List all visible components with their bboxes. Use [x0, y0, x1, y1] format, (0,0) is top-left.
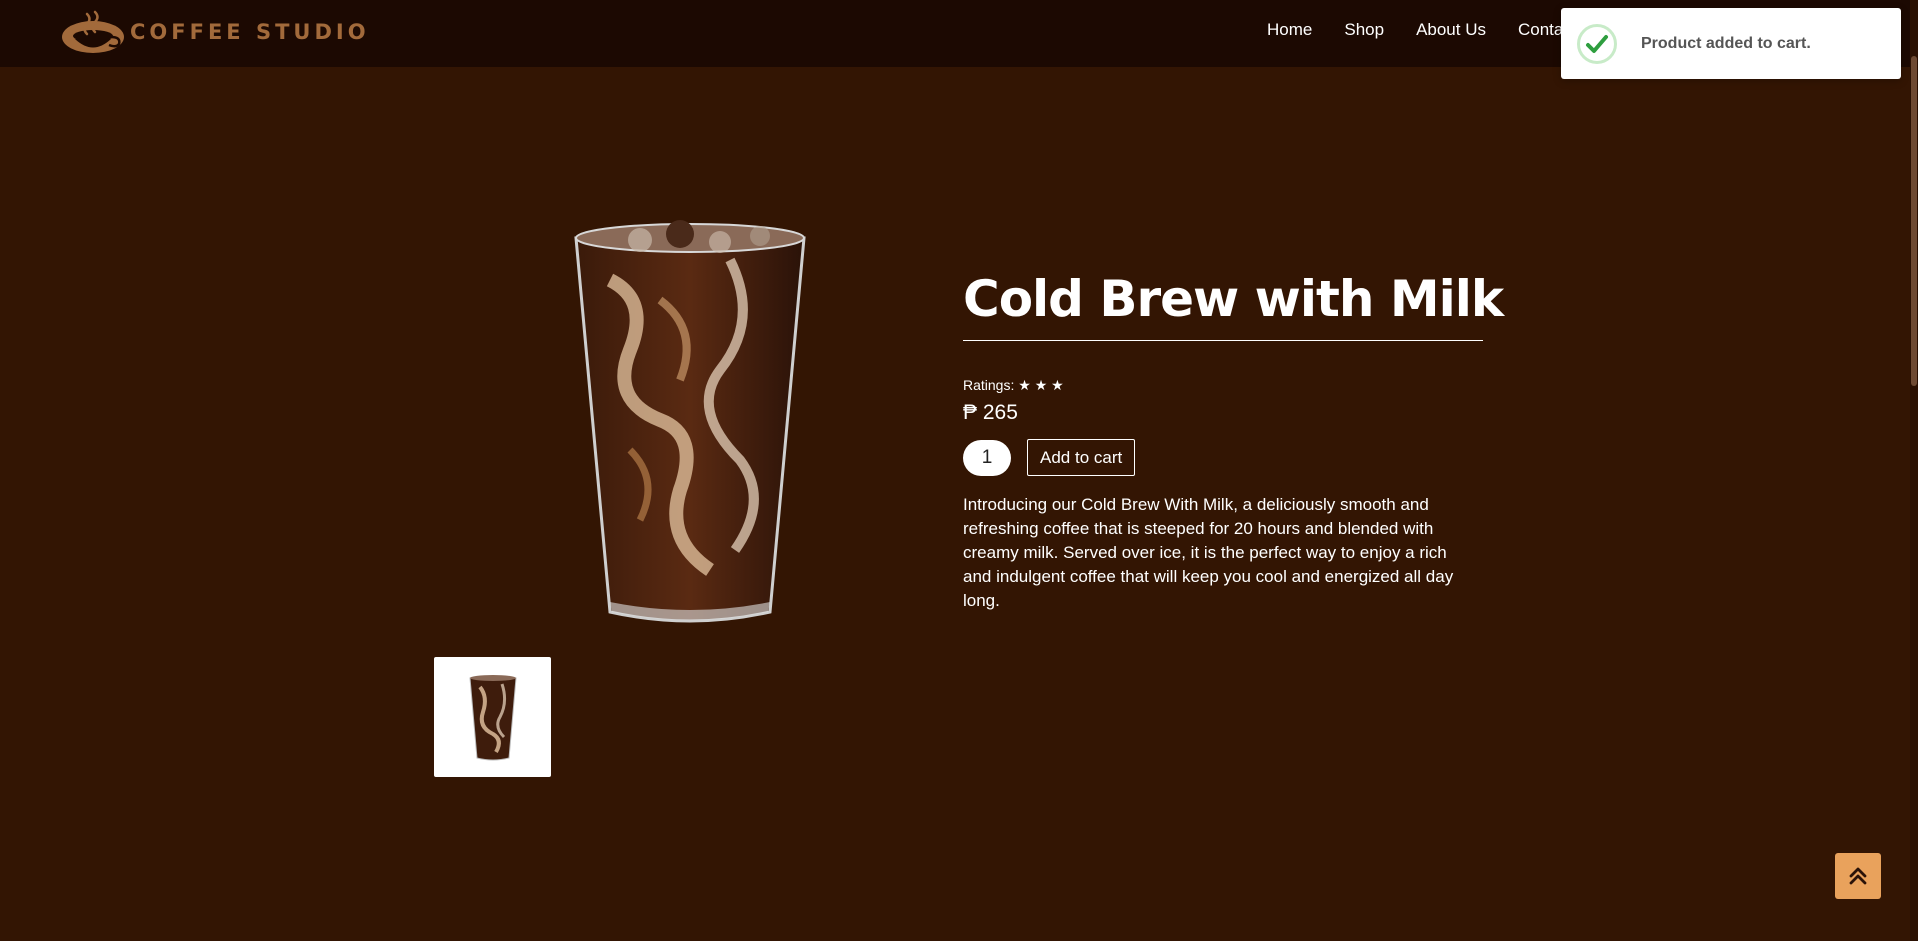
product-description: Introducing our Cold Brew With Milk, a d…: [963, 495, 1454, 610]
back-to-top-button[interactable]: [1835, 853, 1881, 899]
nav-item-about-us[interactable]: About Us: [1416, 20, 1486, 40]
product-title: Cold Brew with Milk: [963, 262, 1504, 341]
product-ratings: Ratings: ★ ★ ★: [963, 377, 1483, 394]
quantity-input[interactable]: [963, 439, 1011, 476]
scrollbar-thumb[interactable]: [1911, 56, 1917, 386]
main-nav: Home Shop About Us Contact: [1267, 20, 1609, 40]
add-to-cart-row: Add to cart: [963, 439, 1483, 476]
toast-notification[interactable]: Product added to cart.: [1561, 8, 1901, 79]
ratings-label: Ratings:: [963, 377, 1015, 393]
add-to-cart-button[interactable]: Add to cart: [1027, 439, 1136, 476]
product-price: ₱ 265: [963, 401, 1018, 424]
nav-item-home[interactable]: Home: [1267, 20, 1312, 40]
product-thumbnail[interactable]: [434, 657, 551, 777]
iced-coffee-thumbnail: [468, 675, 517, 761]
brand-logo[interactable]: COFFEE STUDIO: [60, 10, 370, 54]
nav-item-shop[interactable]: Shop: [1344, 20, 1384, 40]
iced-coffee-glass-image: [574, 220, 806, 623]
ratings-stars: ★ ★ ★: [1018, 377, 1064, 393]
double-chevron-up-icon: [1849, 867, 1867, 885]
brand-name: COFFEE STUDIO: [130, 20, 370, 44]
check-icon: [1577, 23, 1617, 64]
coffee-cup-logo-icon: [62, 10, 124, 53]
toast-message: Product added to cart.: [1641, 34, 1811, 52]
product-info: Cold Brew with Milk Ratings: ★ ★ ★ ₱ 265…: [963, 262, 1504, 613]
